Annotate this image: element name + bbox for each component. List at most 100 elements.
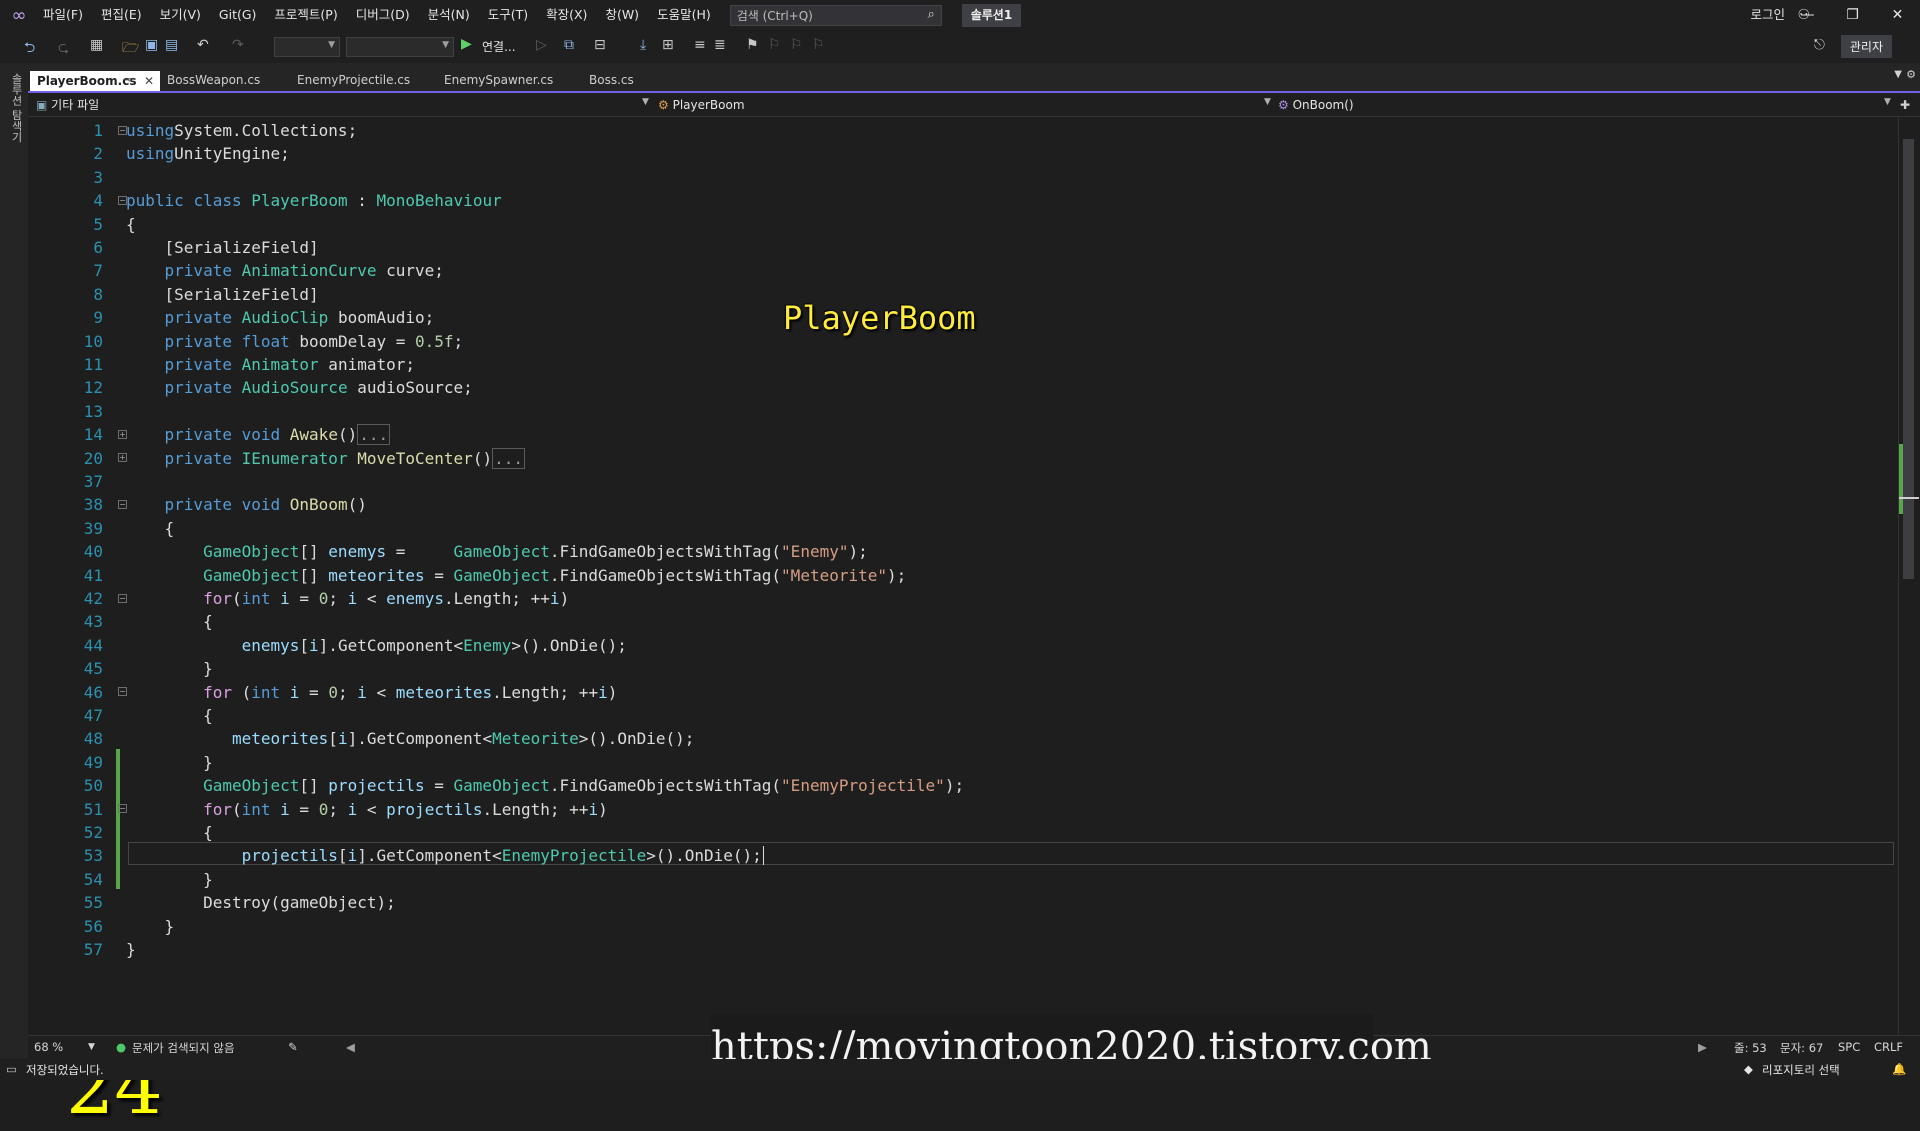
collapsed-region[interactable]: ...	[357, 424, 391, 446]
collapse-icon[interactable]: −	[118, 804, 127, 813]
code-line[interactable]: enemys[i].GetComponent<Enemy>().OnDie();	[126, 634, 627, 657]
code-area[interactable]: usingSystem.Collections; usingUnityEngine…	[126, 117, 1886, 1035]
code-line[interactable]: for(int i = 0; i < enemys.Length; ++i)	[126, 587, 569, 610]
collapse-icon[interactable]: −	[118, 594, 127, 603]
expand-icon[interactable]: +	[118, 453, 127, 462]
code-line[interactable]: private float boomDelay = 0.5f;	[126, 330, 464, 353]
minimize-icon[interactable]: —	[1785, 0, 1830, 30]
menu-tools[interactable]: 도구(T)	[479, 0, 537, 30]
tab-playerboom[interactable]: PlayerBoom.cs ⊸ ✕	[30, 71, 160, 91]
open-file-icon[interactable]: 🗁	[122, 37, 139, 61]
code-line[interactable]: }	[126, 868, 213, 891]
scroll-right-icon[interactable]: ▶	[1698, 1040, 1707, 1054]
close-icon[interactable]: ✕	[144, 71, 154, 91]
login-button[interactable]: 로그인	[1750, 0, 1785, 30]
search-input[interactable]: 검색 (Ctrl+Q) ⌕	[729, 4, 942, 26]
code-line[interactable]: for (int i = 0; i < meteorites.Length; +…	[126, 681, 617, 704]
code-line[interactable]: meteorites[i].GetComponent<Meteorite>().…	[126, 727, 694, 750]
start-debug-icon[interactable]: ▶	[461, 36, 472, 52]
browse-icon[interactable]: ⧉	[564, 37, 574, 53]
tab-boss[interactable]: Boss.cs	[582, 70, 662, 90]
bookmark-clear-icon[interactable]: ⚐	[812, 37, 825, 53]
repository-selector[interactable]: 리포지토리 선택	[1762, 1062, 1840, 1078]
collapsed-region[interactable]: ...	[492, 447, 525, 469]
class-dropdown[interactable]: ⚙ PlayerBoom	[658, 96, 745, 114]
code-line[interactable]: private AudioClip boomAudio;	[126, 306, 435, 329]
code-line[interactable]: private AnimationCurve curve;	[126, 259, 444, 282]
platform-dropdown[interactable]: ▼	[346, 37, 454, 57]
code-line[interactable]: private Animator animator;	[126, 353, 415, 376]
vertical-scrollbar[interactable]	[1898, 117, 1920, 1035]
code-line[interactable]: [SerializeField]	[126, 283, 319, 306]
tab-bossweapon[interactable]: BossWeapon.cs	[160, 70, 295, 90]
code-line[interactable]: private void Awake()...	[126, 423, 391, 446]
save-all-icon[interactable]: ▤	[165, 37, 178, 53]
chevron-down-icon[interactable]: ▼	[642, 97, 649, 107]
save-icon[interactable]: ▣	[145, 37, 158, 53]
menu-debug[interactable]: 디버그(D)	[347, 0, 419, 30]
code-line[interactable]: }	[126, 938, 136, 961]
gear-icon[interactable]: ⚙	[1906, 68, 1916, 81]
indent-indicator[interactable]: SPC	[1838, 1040, 1860, 1054]
menu-window[interactable]: 창(W)	[596, 0, 648, 30]
issues-status[interactable]: 문제가 검색되지 않음	[132, 1040, 235, 1056]
code-line[interactable]: private void OnBoom()	[126, 493, 367, 516]
back-icon[interactable]: ⮌	[24, 37, 35, 61]
scrollbar-thumb[interactable]	[1903, 139, 1914, 579]
zoom-dropdown[interactable]: 68 %	[34, 1040, 63, 1054]
code-line[interactable]: GameObject[] projectils = GameObject.Fin…	[126, 774, 964, 797]
layout-icon[interactable]: ⊟	[594, 37, 606, 53]
forward-icon[interactable]: ⮎	[58, 37, 69, 61]
code-line[interactable]: {	[126, 704, 213, 727]
tab-overflow-icon[interactable]: ▼	[1894, 69, 1902, 80]
close-icon[interactable]: ✕	[1875, 0, 1920, 30]
code-line[interactable]: private IEnumerator MoveToCenter()...	[126, 447, 525, 470]
code-line[interactable]: [SerializeField]	[126, 236, 319, 259]
bookmark-icon[interactable]: ⚑	[746, 37, 759, 53]
code-line[interactable]: }	[126, 751, 213, 774]
menu-help[interactable]: 도움말(H)	[648, 0, 720, 30]
collapse-icon[interactable]: −	[118, 687, 127, 696]
code-line[interactable]: usingSystem.Collections;	[126, 119, 357, 142]
scroll-left-icon[interactable]: ◀	[346, 1040, 355, 1054]
code-line[interactable]: {	[126, 610, 213, 633]
hierarchy-icon[interactable]: ⊞	[662, 37, 674, 53]
expand-icon[interactable]: +	[118, 430, 127, 439]
bookmark-prev-icon[interactable]: ⚐	[768, 37, 781, 53]
admin-badge[interactable]: 관리자	[1840, 35, 1892, 58]
code-line[interactable]: {	[126, 213, 136, 236]
project-dropdown[interactable]: ▣ 기타 파일	[36, 96, 99, 114]
code-line[interactable]: }	[126, 915, 175, 938]
collapse-icon[interactable]: −	[118, 126, 127, 135]
code-line[interactable]: GameObject[] meteorites = GameObject.Fin…	[126, 564, 906, 587]
redo-icon[interactable]: ↷	[232, 37, 244, 53]
menu-extensions[interactable]: 확장(X)	[537, 0, 596, 30]
uncomment-icon[interactable]: ≣	[714, 37, 726, 53]
collapse-icon[interactable]: −	[118, 500, 127, 509]
menu-analyze[interactable]: 분석(N)	[419, 0, 479, 30]
code-editor[interactable]: 1 2 3 4 5 6 7 8 9 10 11 12 13 14 20 37 38 39 40 41 42 43 44 45 4…	[28, 117, 1898, 1131]
chevron-down-icon[interactable]: ▼	[88, 1042, 95, 1052]
tab-enemyspawner[interactable]: EnemySpawner.cs	[437, 70, 582, 90]
start-debug-button[interactable]: 연결...	[482, 38, 516, 55]
code-line[interactable]: projectils[i].GetComponent<EnemyProjecti…	[126, 844, 764, 867]
code-line[interactable]: {	[126, 821, 213, 844]
step-icon[interactable]: ⤓	[640, 37, 646, 53]
undo-icon[interactable]: ↶	[197, 37, 209, 53]
split-editor-icon[interactable]: ✚	[1900, 96, 1910, 114]
brush-icon[interactable]: ✎	[288, 1040, 298, 1054]
collapse-icon[interactable]: −	[118, 196, 127, 205]
tab-enemyprojectile[interactable]: EnemyProjectile.cs	[290, 70, 440, 90]
new-project-icon[interactable]: ▦	[90, 37, 103, 53]
menu-project[interactable]: 프로젝트(P)	[265, 0, 346, 30]
live-share-icon[interactable]: ⎋	[1814, 37, 1825, 53]
solution-explorer-label[interactable]: 솔루션 탐색기	[8, 73, 24, 143]
git-branch-icon[interactable]: ◆	[1744, 1062, 1753, 1076]
notification-bell-icon[interactable]: 🔔	[1892, 1062, 1906, 1076]
member-dropdown[interactable]: ⚙ OnBoom()	[1278, 96, 1354, 114]
menu-file[interactable]: 파일(F)	[34, 0, 92, 30]
bookmark-next-icon[interactable]: ⚐	[790, 37, 803, 53]
chevron-down-icon[interactable]: ▼	[1264, 97, 1271, 107]
code-line[interactable]: {	[126, 517, 175, 540]
code-line[interactable]: GameObject[] enemys = GameObject.FindGam…	[126, 540, 868, 563]
